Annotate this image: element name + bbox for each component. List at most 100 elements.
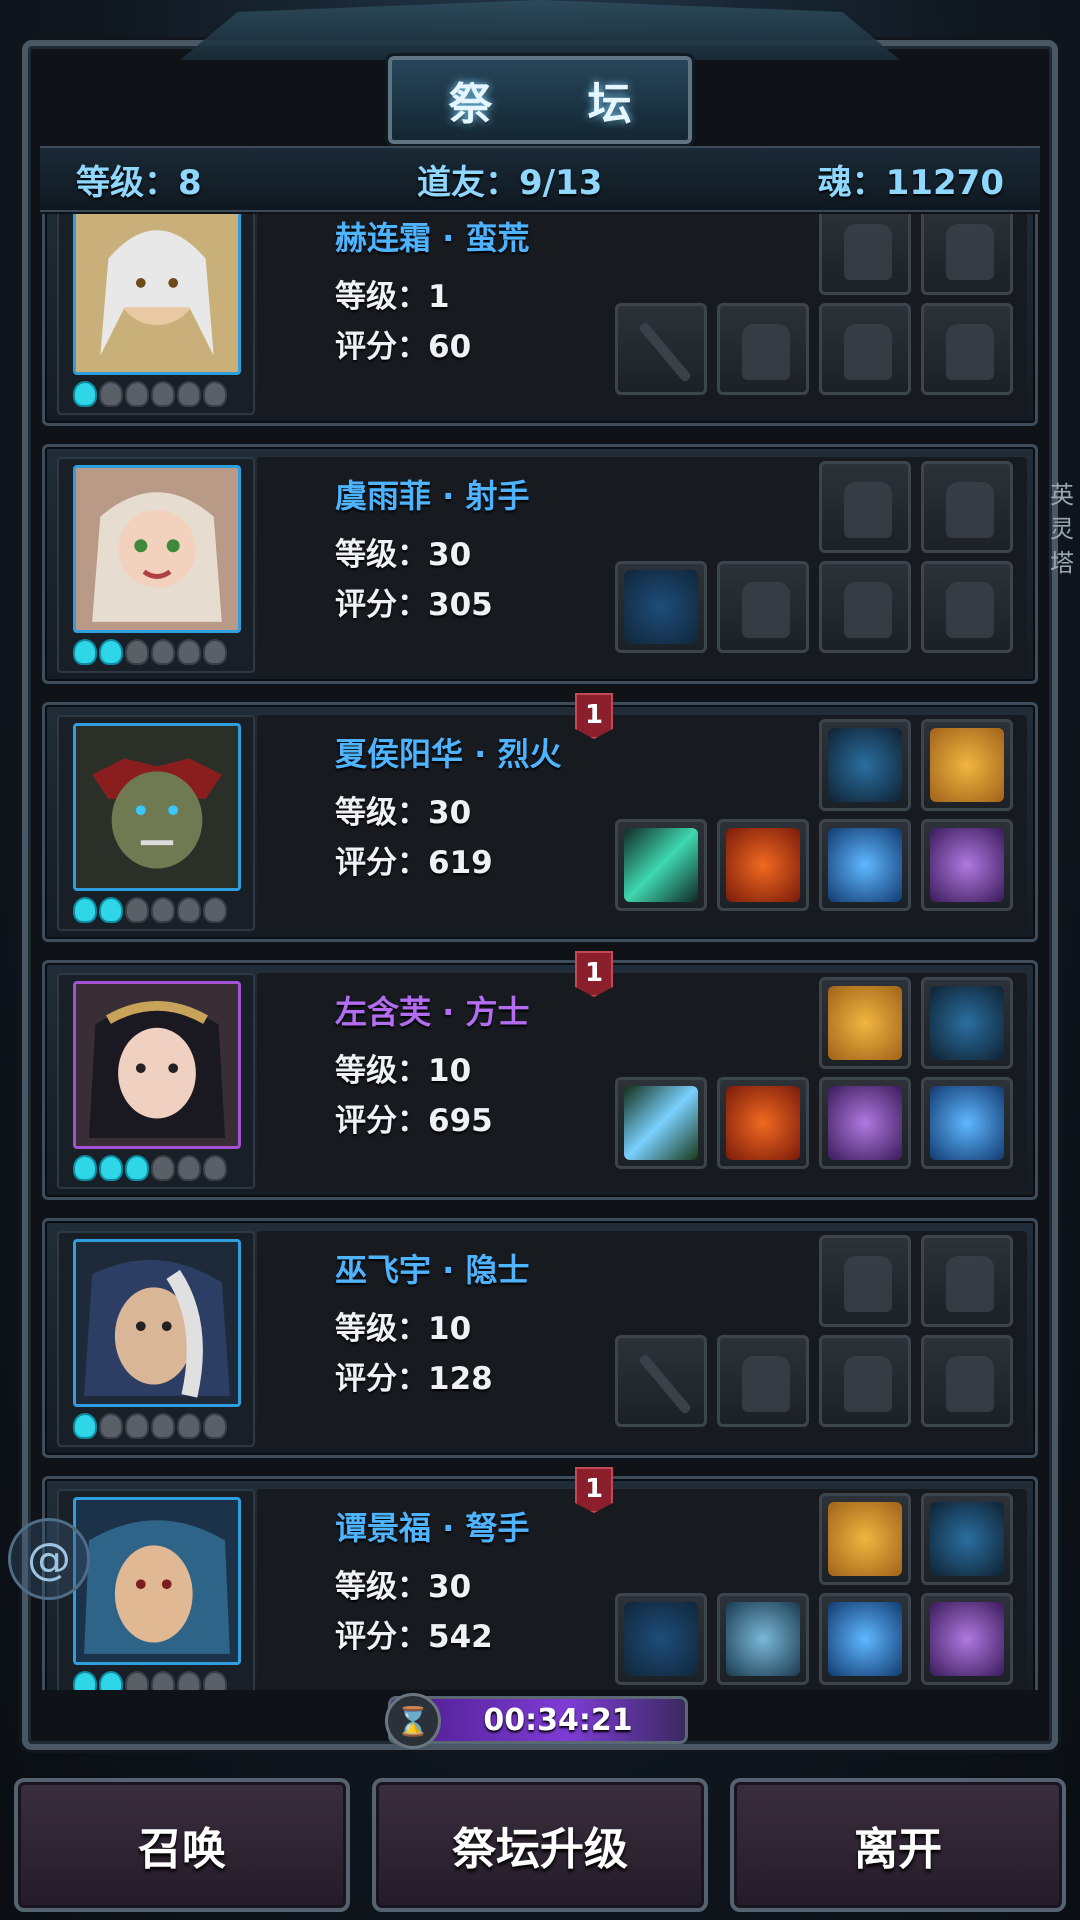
equip-slot-empty[interactable]: [921, 461, 1013, 553]
equip-slot-armor[interactable]: [717, 1593, 809, 1685]
hero-score: 评分：542: [335, 1619, 493, 1655]
crossbow-icon: [624, 1602, 698, 1676]
talisman-icon: [930, 728, 1004, 802]
star-icon: [99, 897, 123, 923]
hero-card[interactable]: 虞雨菲 · 射手 等级：30 评分：305: [42, 444, 1038, 684]
equip-slot-weapon[interactable]: [615, 303, 707, 395]
armor-placeholder-icon: [742, 582, 790, 638]
hero-portrait[interactable]: [73, 1497, 241, 1665]
equip-slot-armor[interactable]: [717, 819, 809, 911]
equip-slot-weapon[interactable]: [615, 1077, 707, 1169]
equip-slot-ring[interactable]: [819, 819, 911, 911]
countdown-timer: ⌛ 00:34:21: [385, 1693, 688, 1749]
star-icon: [99, 381, 123, 407]
equip-slot-amulet[interactable]: [819, 1077, 911, 1169]
star-icon: [151, 897, 175, 923]
summon-button[interactable]: 召唤: [14, 1778, 350, 1912]
hero-card[interactable]: 1 左含芙 · 方士 等级：10 评分：695: [42, 951, 1038, 1200]
equip-slot-amulet[interactable]: [921, 1593, 1013, 1685]
hero-card[interactable]: 巫飞宇 · 隐士 等级：10 评分：128: [42, 1218, 1038, 1458]
equip-slot-talisman[interactable]: [819, 977, 911, 1069]
equip-slot-darts[interactable]: [921, 977, 1013, 1069]
star-icon: [151, 1155, 175, 1181]
equip-slot-darts[interactable]: [819, 719, 911, 811]
talisman-icon: [828, 1502, 902, 1576]
hero-portrait[interactable]: [73, 981, 241, 1149]
hero-portrait[interactable]: [73, 723, 241, 891]
equip-slot-empty[interactable]: [921, 1335, 1013, 1427]
star-icon: [151, 639, 175, 665]
portrait-frame: [57, 214, 255, 415]
armor-placeholder-icon: [844, 224, 892, 280]
hero-score: 评分：619: [335, 845, 493, 881]
hero-card[interactable]: 赫连霜 · 蛮荒 等级：1 评分：60: [42, 214, 1038, 426]
star-icon: [177, 639, 201, 665]
equip-slot-empty[interactable]: [819, 461, 911, 553]
equip-slot-empty[interactable]: [819, 1335, 911, 1427]
portrait-image-icon: [76, 214, 238, 372]
side-tab-tower[interactable]: 英灵塔: [1050, 478, 1080, 580]
star-icon: [203, 1413, 227, 1439]
equip-slot-ring[interactable]: [921, 1077, 1013, 1169]
star-icon: [99, 1155, 123, 1181]
equip-slot-darts[interactable]: [921, 1493, 1013, 1585]
equip-slot-empty[interactable]: [717, 1335, 809, 1427]
equip-slot-weapon[interactable]: [615, 1335, 707, 1427]
armor-placeholder-icon: [946, 582, 994, 638]
star-icon: [151, 1413, 175, 1439]
timer-text: 00:34:21: [483, 1702, 633, 1738]
hero-level: 等级：10: [335, 1311, 472, 1347]
star-icon: [73, 1671, 97, 1690]
darts-icon: [930, 986, 1004, 1060]
portrait-image-icon: [76, 984, 238, 1146]
hourglass-icon: ⌛: [385, 1693, 441, 1749]
portrait-image-icon: [76, 1500, 238, 1662]
equip-slot-empty[interactable]: [819, 1235, 911, 1327]
hero-list[interactable]: 赫连霜 · 蛮荒 等级：1 评分：60 虞雨菲 · 射手 等级：30 评分：30…: [42, 214, 1038, 1690]
hero-portrait[interactable]: [73, 1239, 241, 1407]
star-icon: [151, 1671, 175, 1690]
equip-slot-weapon[interactable]: [615, 1593, 707, 1685]
equip-slot-weapon[interactable]: [615, 819, 707, 911]
equip-slot-empty[interactable]: [819, 561, 911, 653]
equip-slot-empty[interactable]: [921, 561, 1013, 653]
star-icon: [151, 381, 175, 407]
equip-slot-amulet[interactable]: [921, 819, 1013, 911]
floating-assist-icon[interactable]: @: [8, 1518, 90, 1600]
hero-card[interactable]: 1 夏侯阳华 · 烈火 等级：30 评分：619: [42, 693, 1038, 942]
hero-portrait[interactable]: [73, 465, 241, 633]
amulet-icon: [828, 1086, 902, 1160]
equip-slot-empty[interactable]: [819, 214, 911, 295]
hero-name: 虞雨菲 · 射手: [335, 477, 530, 515]
hero-name: 左含芙 · 方士: [335, 993, 530, 1031]
altar-upgrade-button[interactable]: 祭坛升级: [372, 1778, 708, 1912]
equip-slot-ring[interactable]: [819, 1593, 911, 1685]
equip-slot-talisman[interactable]: [921, 719, 1013, 811]
star-icon: [177, 1413, 201, 1439]
roof-top-decoration: [180, 0, 900, 60]
equip-slot-empty[interactable]: [921, 303, 1013, 395]
equip-slot-empty[interactable]: [717, 561, 809, 653]
talisman-icon: [828, 986, 902, 1060]
star-icon: [125, 381, 149, 407]
ring-icon: [828, 1602, 902, 1676]
equip-slot-empty[interactable]: [921, 214, 1013, 295]
armor-placeholder-icon: [946, 1256, 994, 1312]
star-rating: [73, 381, 227, 407]
equip-slot-empty[interactable]: [819, 303, 911, 395]
equip-slot-empty[interactable]: [921, 1235, 1013, 1327]
leave-button-label: 离开: [854, 1824, 942, 1875]
hero-card[interactable]: 1 谭景福 · 弩手 等级：30 评分：542: [42, 1467, 1038, 1690]
equip-slot-weapon[interactable]: [615, 561, 707, 653]
equip-slot-empty[interactable]: [717, 303, 809, 395]
equip-slot-talisman[interactable]: [819, 1493, 911, 1585]
hero-portrait[interactable]: [73, 214, 241, 375]
star-icon: [125, 639, 149, 665]
portrait-frame: [57, 715, 255, 931]
leave-button[interactable]: 离开: [730, 1778, 1066, 1912]
star-icon: [99, 639, 123, 665]
blade-icon: [624, 828, 698, 902]
portrait-frame: [57, 1489, 255, 1690]
armor-icon: [726, 1602, 800, 1676]
equip-slot-armor[interactable]: [717, 1077, 809, 1169]
